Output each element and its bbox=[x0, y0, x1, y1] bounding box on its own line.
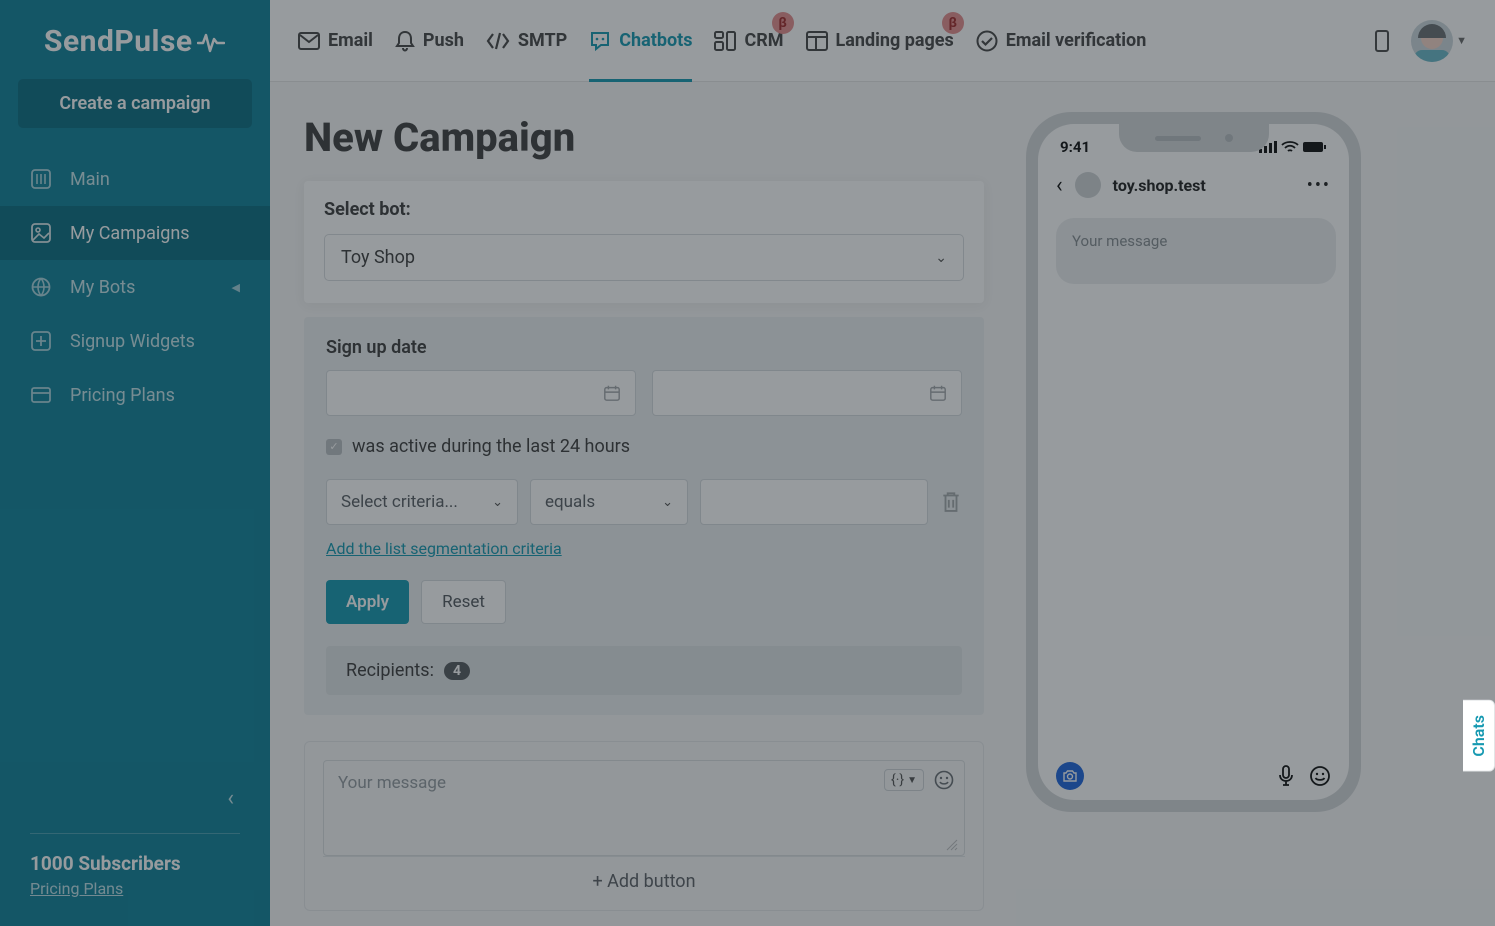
beta-badge: β bbox=[772, 12, 794, 34]
layout-icon bbox=[806, 31, 828, 51]
nav-push[interactable]: Push bbox=[395, 0, 464, 82]
chevron-down-icon: ⌄ bbox=[935, 250, 947, 266]
message-bubble: Your message bbox=[1056, 218, 1336, 284]
sidebar-item-label: Pricing Plans bbox=[70, 385, 175, 406]
resize-handle-icon[interactable] bbox=[946, 839, 958, 851]
apply-button[interactable]: Apply bbox=[326, 580, 409, 624]
code-icon bbox=[486, 32, 510, 50]
phone-more-button[interactable]: ••• bbox=[1307, 175, 1331, 196]
reset-button[interactable]: Reset bbox=[421, 580, 506, 624]
sidebar-item-my-campaigns[interactable]: My Campaigns bbox=[0, 206, 270, 260]
nav-smtp[interactable]: SMTP bbox=[486, 0, 567, 82]
phone-back-button[interactable]: ‹ bbox=[1056, 173, 1063, 198]
collapse-sidebar-button[interactable]: ‹ bbox=[30, 786, 240, 833]
emoji-icon[interactable] bbox=[934, 770, 954, 790]
page-title: New Campaign bbox=[304, 114, 984, 161]
chats-side-tab[interactable]: Chats bbox=[1463, 700, 1495, 772]
criteria-field-select[interactable]: Select criteria... ⌄ bbox=[326, 479, 518, 525]
mobile-icon[interactable] bbox=[1375, 30, 1389, 52]
wifi-icon bbox=[1281, 141, 1299, 153]
trash-icon[interactable] bbox=[940, 490, 962, 514]
bell-icon bbox=[395, 30, 415, 52]
criteria-operator-select[interactable]: equals ⌄ bbox=[530, 479, 688, 525]
chevron-down-icon: ⌄ bbox=[662, 495, 673, 510]
sidebar-item-pricing-plans[interactable]: Pricing Plans bbox=[0, 368, 270, 422]
chat-icon bbox=[589, 30, 611, 52]
phone-bot-name: toy.shop.test bbox=[1113, 176, 1206, 195]
phone-header: ‹ toy.shop.test ••• bbox=[1038, 156, 1349, 208]
select-bot-label: Select bot: bbox=[324, 199, 964, 220]
subscribers-count: 1000 Subscribers bbox=[30, 852, 240, 875]
phone-notch bbox=[1119, 124, 1269, 152]
globe-icon bbox=[30, 276, 52, 298]
sidebar-item-my-bots[interactable]: My Bots ◀ bbox=[0, 260, 270, 314]
signup-date-label: Sign up date bbox=[326, 337, 962, 358]
check-circle-icon bbox=[976, 30, 998, 52]
battery-icon bbox=[1303, 141, 1327, 153]
calendar-icon bbox=[929, 384, 947, 402]
chevron-down-icon: ⌄ bbox=[492, 495, 503, 510]
select-bot-panel: Select bot: Toy Shop ⌄ bbox=[304, 181, 984, 303]
active-24h-checkbox[interactable]: ✓ was active during the last 24 hours bbox=[326, 436, 962, 457]
create-campaign-button[interactable]: Create a campaign bbox=[18, 79, 252, 128]
recipients-count-badge: 4 bbox=[444, 662, 470, 680]
image-icon bbox=[30, 222, 52, 244]
sidebar-item-label: My Bots bbox=[70, 277, 135, 298]
nav-chatbots[interactable]: Chatbots bbox=[589, 0, 692, 82]
message-textarea[interactable]: Your message {·} ▼ bbox=[323, 760, 965, 856]
checkbox-icon: ✓ bbox=[326, 439, 342, 455]
sidebar-item-signup-widgets[interactable]: Signup Widgets bbox=[0, 314, 270, 368]
criteria-value-input[interactable] bbox=[700, 479, 928, 525]
avatar bbox=[1411, 20, 1453, 62]
recipients-bar: Recipients: 4 bbox=[326, 646, 962, 695]
brand-logo: SendPulse bbox=[0, 14, 270, 79]
date-to-input[interactable] bbox=[652, 370, 962, 416]
date-from-input[interactable] bbox=[326, 370, 636, 416]
phone-frame: 9:41 ‹ toy.shop.test ••• bbox=[1026, 112, 1361, 812]
pricing-plans-link[interactable]: Pricing Plans bbox=[30, 879, 123, 898]
camera-button[interactable] bbox=[1056, 762, 1084, 790]
nav-email-verification[interactable]: Email verification bbox=[976, 0, 1147, 82]
sidebar-item-label: My Campaigns bbox=[70, 223, 190, 244]
bot-select[interactable]: Toy Shop ⌄ bbox=[324, 234, 964, 281]
calendar-icon bbox=[603, 384, 621, 402]
variables-button[interactable]: {·} ▼ bbox=[884, 769, 924, 791]
pulse-icon bbox=[197, 31, 225, 53]
beta-badge: β bbox=[942, 12, 964, 34]
topnav: Email Push SMTP Chatbots CRM β Landing p… bbox=[270, 0, 1495, 82]
main: Email Push SMTP Chatbots CRM β Landing p… bbox=[270, 0, 1495, 926]
nav-landing-pages[interactable]: Landing pages β bbox=[806, 0, 954, 82]
caret-down-icon: ▼ bbox=[1456, 34, 1467, 47]
sidebar-item-main[interactable]: Main bbox=[0, 152, 270, 206]
emoji-icon[interactable] bbox=[1309, 765, 1331, 787]
phone-preview-column: 9:41 ‹ toy.shop.test ••• bbox=[1014, 106, 1384, 926]
filters-panel: Sign up date ✓ was active during the las… bbox=[304, 317, 984, 715]
add-criteria-link[interactable]: Add the list segmentation criteria bbox=[326, 539, 562, 558]
phone-avatar bbox=[1075, 172, 1101, 198]
sidebar-item-label: Signup Widgets bbox=[70, 331, 195, 352]
nav-email[interactable]: Email bbox=[298, 0, 373, 82]
nav-crm[interactable]: CRM β bbox=[714, 0, 783, 82]
sidebar: SendPulse Create a campaign Main My Camp… bbox=[0, 0, 270, 926]
phone-footer bbox=[1038, 762, 1349, 790]
kanban-icon bbox=[714, 31, 736, 51]
microphone-icon[interactable] bbox=[1277, 765, 1295, 787]
card-icon bbox=[30, 384, 52, 406]
email-icon bbox=[298, 32, 320, 50]
account-menu[interactable]: ▼ bbox=[1411, 20, 1467, 62]
sliders-icon bbox=[30, 168, 52, 190]
sidebar-item-label: Main bbox=[70, 169, 110, 190]
add-button-row[interactable]: + Add button bbox=[323, 856, 965, 892]
plus-square-icon bbox=[30, 330, 52, 352]
message-panel: Your message {·} ▼ + Add button bbox=[304, 741, 984, 911]
caret-left-icon: ◀ bbox=[232, 281, 240, 294]
